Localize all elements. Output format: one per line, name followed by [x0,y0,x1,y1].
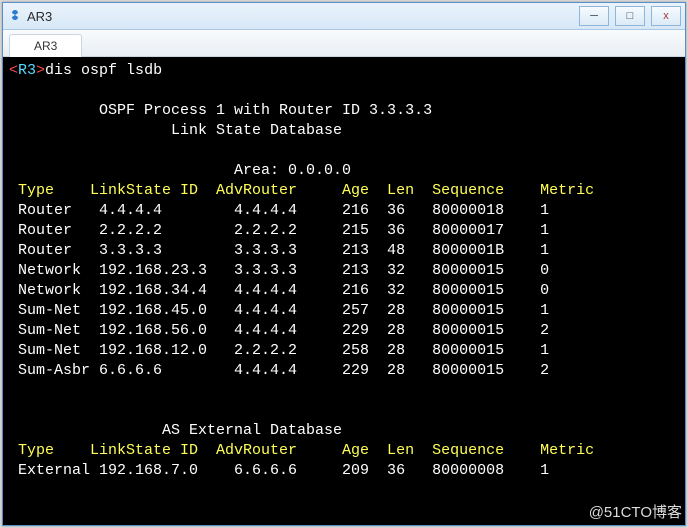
tabstrip: AR3 [3,30,685,57]
app-window: AR3 ─ □ x AR3 <R3>dis ospf lsdb OSPF Pro… [2,2,686,526]
titlebar: AR3 ─ □ x [3,3,685,30]
app-icon [7,8,23,24]
terminal[interactable]: <R3>dis ospf lsdb OSPF Process 1 with Ro… [3,57,685,525]
close-button[interactable]: x [651,6,681,26]
minimize-button[interactable]: ─ [579,6,609,26]
tab-ar3[interactable]: AR3 [9,34,82,57]
window-title: AR3 [27,9,573,24]
watermark: @51CTO博客 [589,501,682,522]
maximize-button[interactable]: □ [615,6,645,26]
